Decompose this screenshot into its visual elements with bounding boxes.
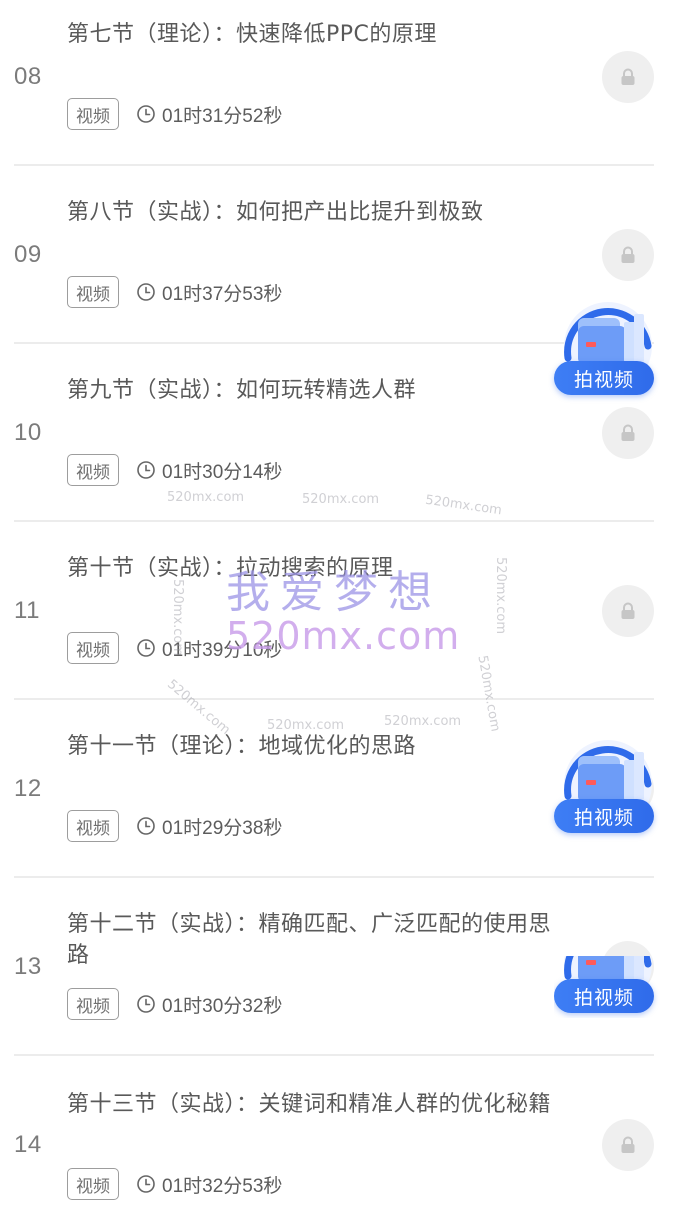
lesson-number: 11 xyxy=(14,597,40,624)
lesson-number: 13 xyxy=(14,953,42,980)
shoot-video-label: 拍视频 xyxy=(554,799,654,833)
lesson-title: 第九节（实战）：如何玩转精选人群 xyxy=(67,378,417,403)
lock-icon xyxy=(621,68,635,85)
clock-icon xyxy=(137,1175,155,1193)
lesson-title: 第十三节（实战）：关键词和精准人群的优化秘籍 xyxy=(67,1092,552,1117)
lesson-number: 14 xyxy=(14,1131,42,1158)
lesson-title: 第十一节（理论）：地域优化的思路 xyxy=(67,734,417,759)
clock-icon xyxy=(137,283,155,301)
video-tag: 视频 xyxy=(67,1168,119,1200)
clock-icon xyxy=(137,817,155,835)
shoot-video-badge[interactable]: 拍视频 xyxy=(554,296,664,406)
video-tag: 视频 xyxy=(67,276,119,308)
lock-button[interactable] xyxy=(602,229,654,281)
lesson-title: 第十二节（实战）：精确匹配、广泛匹配的使用思路 xyxy=(67,912,552,968)
lesson-number: 08 xyxy=(14,63,42,90)
video-tag: 视频 xyxy=(67,98,119,130)
lesson-number: 09 xyxy=(14,241,42,268)
lesson-duration: 01时39分10秒 xyxy=(162,639,283,661)
lock-icon xyxy=(621,602,635,619)
lock-icon xyxy=(621,1136,635,1153)
lock-button[interactable] xyxy=(602,1119,654,1171)
lesson-meta: 视频 01时39分10秒 xyxy=(67,630,282,666)
lesson-title: 第十节（实战）：拉动搜索的原理 xyxy=(67,556,394,581)
lesson-meta: 视频 01时37分53秒 xyxy=(67,274,282,310)
shoot-video-label: 拍视频 xyxy=(554,979,654,1013)
lesson-duration: 01时29分38秒 xyxy=(162,817,283,839)
shoot-video-badge[interactable]: 拍视频 xyxy=(554,734,664,844)
lock-button[interactable] xyxy=(602,585,654,637)
lesson-meta: 视频 01时32分53秒 xyxy=(67,1166,282,1202)
lesson-number: 10 xyxy=(14,419,42,446)
lesson-item[interactable]: 08 第七节（理论）：快速降低PPC的原理 视频 01时31分52秒 xyxy=(0,0,677,164)
clock-icon xyxy=(137,105,155,123)
clock-icon xyxy=(137,461,155,479)
lesson-list: 08 第七节（理论）：快速降低PPC的原理 视频 01时31分52秒 09 第八… xyxy=(0,0,677,1228)
clock-icon xyxy=(137,995,155,1013)
video-tag: 视频 xyxy=(67,988,119,1020)
shoot-video-badge[interactable]: 拍视频 xyxy=(554,914,664,1018)
lesson-title: 第七节（理论）：快速降低PPC的原理 xyxy=(67,22,437,47)
lock-button[interactable] xyxy=(602,407,654,459)
video-tag: 视频 xyxy=(67,632,119,664)
lesson-meta: 视频 01时29分38秒 xyxy=(67,808,282,844)
lesson-duration: 01时32分53秒 xyxy=(162,1175,283,1197)
lesson-meta: 视频 01时31分52秒 xyxy=(67,96,282,132)
video-tag: 视频 xyxy=(67,454,119,486)
lesson-duration: 01时37分53秒 xyxy=(162,283,283,305)
clock-icon xyxy=(137,639,155,657)
video-tag: 视频 xyxy=(67,810,119,842)
lesson-number: 12 xyxy=(14,775,42,802)
lesson-meta: 视频 01时30分32秒 xyxy=(67,986,282,1022)
lock-button[interactable] xyxy=(602,51,654,103)
lesson-duration: 01时30分14秒 xyxy=(162,461,283,483)
shoot-video-label: 拍视频 xyxy=(554,361,654,395)
lesson-duration: 01时30分32秒 xyxy=(162,995,283,1017)
lock-icon xyxy=(621,246,635,263)
lesson-duration: 01时31分52秒 xyxy=(162,105,283,127)
lesson-title: 第八节（实战）：如何把产出比提升到极致 xyxy=(67,200,484,225)
lock-icon xyxy=(621,424,635,441)
lesson-item[interactable]: 11 第十节（实战）：拉动搜索的原理 视频 01时39分10秒 xyxy=(0,522,677,698)
lesson-meta: 视频 01时30分14秒 xyxy=(67,452,282,488)
lesson-item[interactable]: 14 第十三节（实战）：关键词和精准人群的优化秘籍 视频 01时32分53秒 xyxy=(0,1056,677,1228)
